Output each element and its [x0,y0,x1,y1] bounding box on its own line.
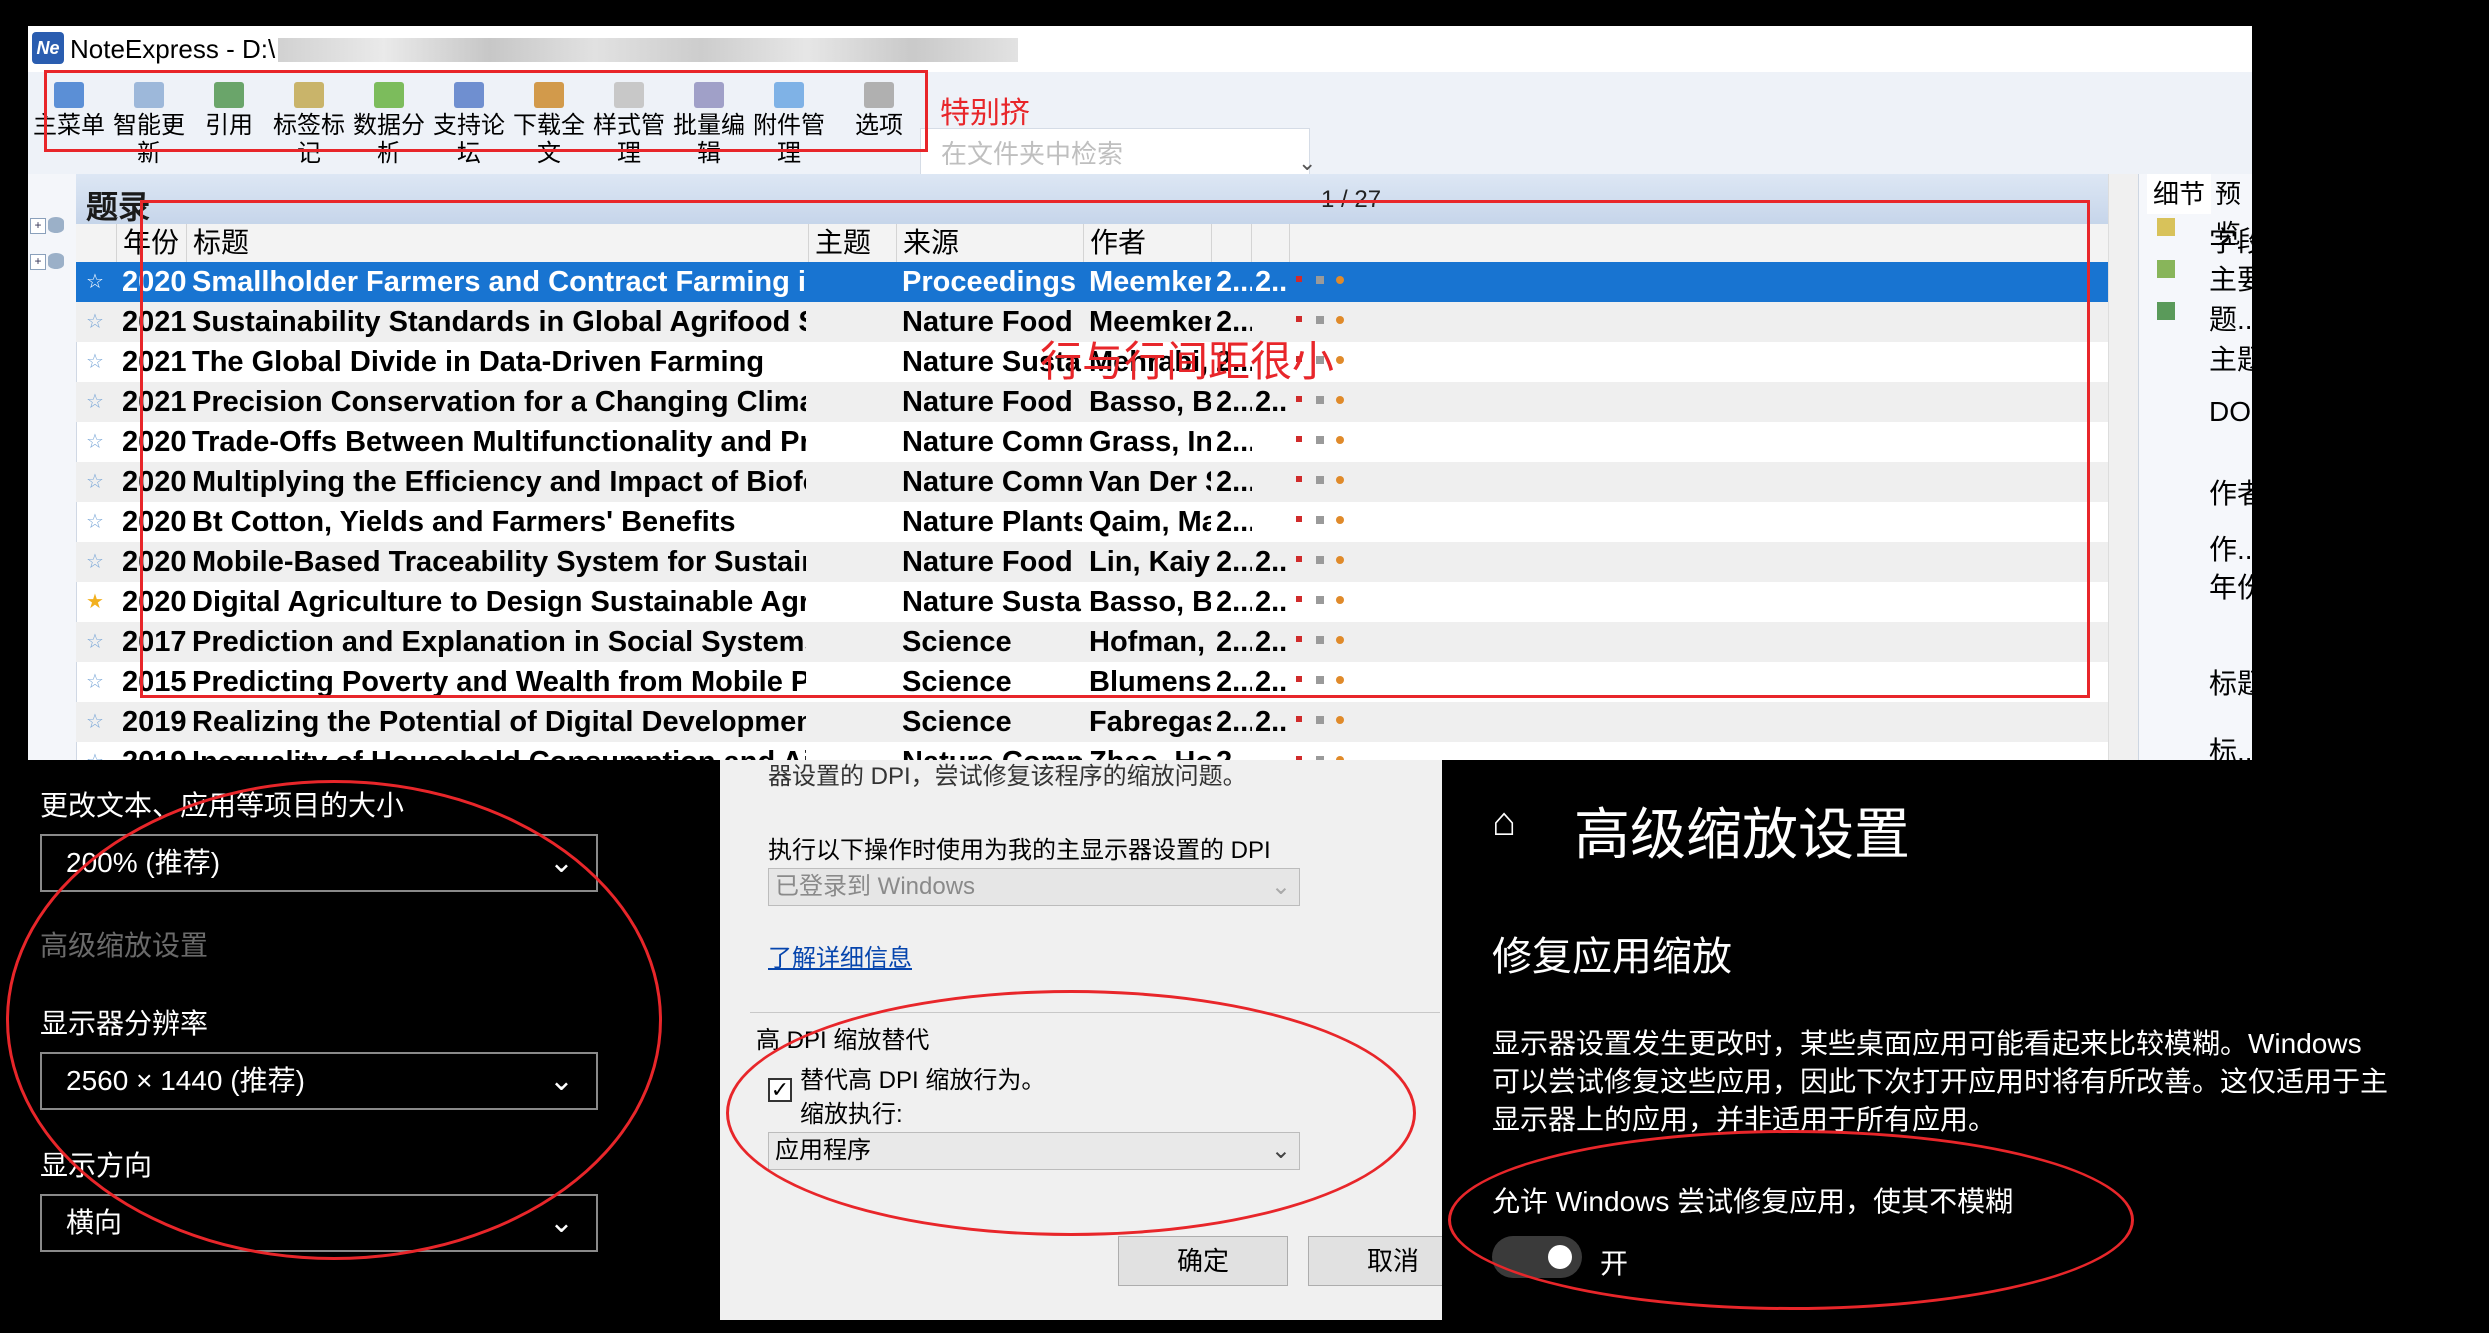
cell-c2 [1255,742,1289,760]
status-dot-icon [1336,716,1344,724]
cell-year: 2019 [122,706,186,738]
field-label: DOI [2209,396,2252,427]
dialog-ellipse [726,990,1416,1236]
field-label: 题... [2209,304,2252,335]
dpi-label: 执行以下操作时使用为我的主显示器设置的 DPI [768,837,1271,864]
detail-panel: 细节 预览 字段 主要字 题... 主题 DOI 作者 作... 年份 标题 标… [2138,174,2252,760]
tab-preview[interactable]: 预览 [2215,174,2252,249]
chevron-down-icon: ⌄ [548,1206,574,1239]
tab-details[interactable]: 细节 [2147,174,2212,214]
toggle-ellipse [1448,1130,2134,1310]
toolbar-highlight [44,70,928,152]
cell-c2: 2... [1255,706,1289,738]
learn-more-link[interactable]: 了解详细信息 [768,938,912,973]
scrollbar[interactable] [2108,174,2139,760]
star-icon[interactable]: ★ [80,582,110,622]
cell-title: Realizing the Potential of Digital Devel… [192,706,806,738]
chevron-down-icon[interactable]: ⌄ [1298,150,1316,176]
cell-title: Inequality of Household Consumption and … [192,742,806,760]
field-icons [2157,218,2175,338]
field-group: 主要字 [2209,264,2252,295]
star-icon[interactable]: ☆ [80,302,110,342]
chevron-down-icon: ⌄ [1270,873,1291,900]
left-ellipse [6,780,662,1260]
field-header: 字段 [2209,226,2252,257]
dpi-dropdown[interactable]: 已登录到 Windows ⌄ [768,868,1300,906]
clipped-description: 器设置的 DPI，尝试修复该程序的缩放问题。 [768,763,1247,790]
star-icon[interactable]: ☆ [80,262,110,302]
search-input[interactable]: 在文件夹中检索 [920,128,1310,180]
database-icon [48,217,64,233]
page-title: 高级缩放设置 [1574,803,1910,866]
rows-note: 行与行间距很小 [1040,338,1335,385]
blurred-path [278,38,1018,62]
field-label: 作者 [2209,478,2252,509]
description-line: 显示器设置发生更改时，某些桌面应用可能看起来比较模糊。Windows [1492,1028,2362,1059]
orientation-value: 横向 [66,1207,123,1238]
field-label: 作... [2209,534,2252,565]
field-label: 年份 [2209,572,2252,603]
section-title: 修复应用缩放 [1492,935,1732,979]
note-icon [1316,716,1324,724]
star-icon[interactable]: ☆ [80,742,110,760]
home-icon[interactable]: ⌂ [1492,800,1516,845]
field-label: 主题 [2209,344,2252,375]
star-icon[interactable]: ☆ [80,342,110,382]
star-icon[interactable]: ☆ [80,502,110,542]
ok-button[interactable]: 确定 [1118,1236,1288,1286]
cell-c1: 2... [1216,706,1252,738]
star-icon[interactable]: ☆ [80,382,110,422]
title-bar: Ne NoteExpress - D:\ [28,26,2252,72]
field-label: 标题 [2209,668,2252,699]
toolbar-note: 特别挤 [940,97,1030,130]
database-icon [48,253,64,269]
table-row[interactable]: ☆ 2019 Realizing the Potential of Digital … [76,702,2108,742]
star-icon[interactable]: ☆ [80,462,110,502]
app-logo-icon: Ne [32,32,64,64]
folder-tree-gutter: + + [28,174,77,760]
star-icon[interactable]: ☆ [80,622,110,662]
cell-source: Science [902,706,1012,738]
window-title: NoteExpress - D:\ [70,34,276,64]
description-line: 可以尝试修复这些应用，因此下次打开应用时将有所改善。这仅适用于主 [1492,1066,2389,1097]
cell-year: 2019 [122,742,186,760]
star-icon[interactable]: ☆ [80,662,110,702]
star-icon[interactable]: ☆ [80,542,110,582]
cell-author: Fabregas, Rai... [1089,706,1211,738]
expand-icon[interactable]: + [30,254,46,270]
tag-flag-icon [1296,716,1302,722]
rows-highlight [140,200,2090,698]
field-label: 标... [2209,736,2252,760]
star-icon[interactable]: ☆ [80,422,110,462]
star-icon[interactable]: ☆ [80,702,110,742]
expand-icon[interactable]: + [30,218,46,234]
